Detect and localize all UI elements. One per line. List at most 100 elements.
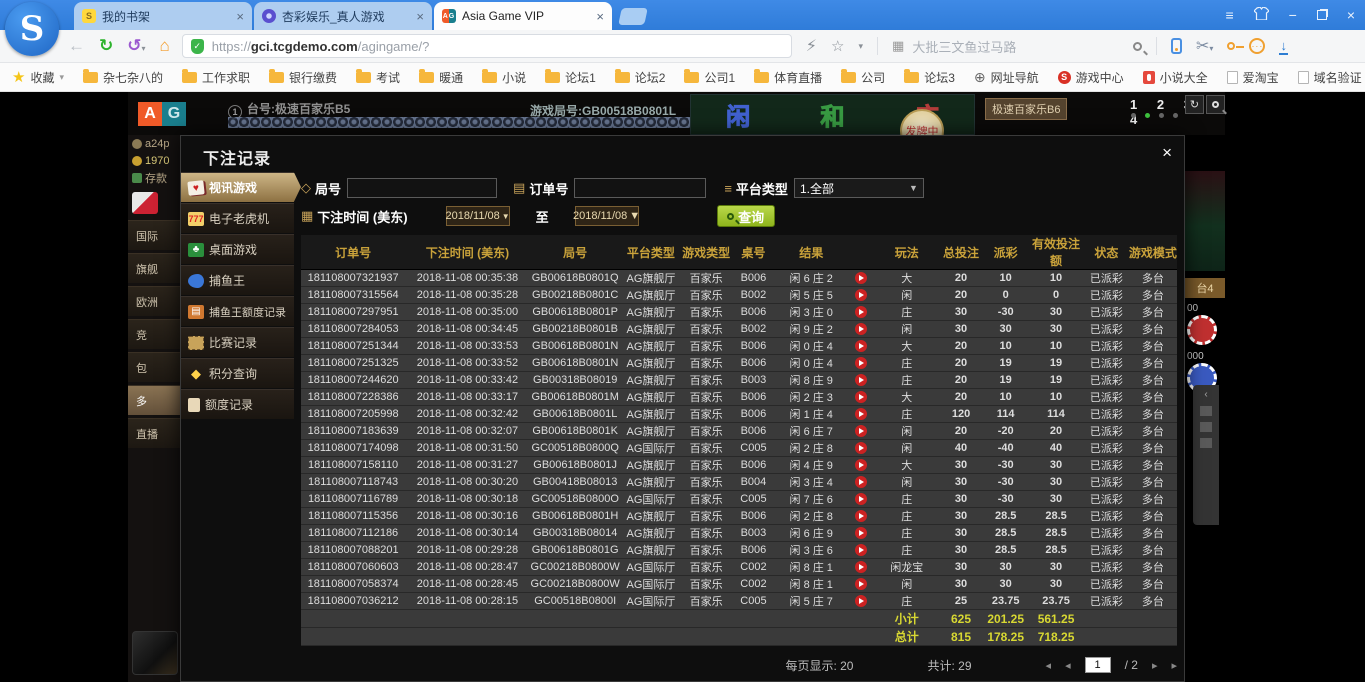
- replay-icon[interactable]: [855, 425, 867, 437]
- skin-icon[interactable]: [1254, 7, 1269, 23]
- browser-tab[interactable]: AGAsia Game VIP×: [434, 2, 612, 30]
- minimize-button[interactable]: −: [1289, 7, 1297, 23]
- favorite-star-icon[interactable]: ☆: [831, 37, 844, 55]
- replay[interactable]: [847, 389, 875, 406]
- replay-icon[interactable]: [855, 493, 867, 505]
- date-to-picker[interactable]: 2018/11/08▼: [575, 206, 639, 226]
- download-icon[interactable]: ↓: [1279, 38, 1288, 55]
- replay[interactable]: [847, 525, 875, 542]
- replay-icon[interactable]: [855, 527, 867, 539]
- deposit-row[interactable]: 存款: [128, 169, 180, 186]
- refresh-icon[interactable]: ↻: [99, 36, 113, 56]
- replay[interactable]: [847, 542, 875, 559]
- replay-icon[interactable]: [855, 544, 867, 556]
- bet-area-tie[interactable]: 和: [820, 97, 844, 132]
- replay[interactable]: [847, 440, 875, 457]
- bookmark-item[interactable]: 公司1: [684, 69, 735, 86]
- table-preview[interactable]: [1185, 171, 1225, 271]
- platform-select[interactable]: 1.全部▼: [794, 178, 924, 198]
- bookmark-item[interactable]: 考试: [356, 69, 400, 86]
- replay-icon[interactable]: [855, 272, 867, 284]
- replay-icon[interactable]: [855, 306, 867, 318]
- game-sidebar-item[interactable]: 多: [128, 385, 180, 415]
- side-vertical-tab[interactable]: ‹: [1193, 385, 1219, 525]
- browser-tab[interactable]: 杏彩娱乐_真人游戏×: [254, 2, 432, 30]
- replay-icon[interactable]: [855, 340, 867, 352]
- replay[interactable]: [847, 593, 875, 610]
- page-number-input[interactable]: 1: [1085, 657, 1111, 673]
- game-sidebar-item[interactable]: 直播: [128, 418, 180, 448]
- mobile-sync-icon[interactable]: [1171, 38, 1182, 54]
- order-input[interactable]: [574, 178, 706, 198]
- bookmark-item[interactable]: 暖通: [419, 69, 463, 86]
- modal-close-button[interactable]: ×: [1162, 143, 1172, 163]
- messages-icon[interactable]: ···: [1249, 38, 1265, 54]
- first-page-icon[interactable]: ◂: [1046, 659, 1052, 672]
- bookmark-item[interactable]: 银行缴费: [269, 69, 337, 86]
- replay[interactable]: [847, 372, 875, 389]
- replay-icon[interactable]: [855, 510, 867, 522]
- menu-item-fish[interactable]: 捕鱼王: [181, 265, 294, 295]
- address-bar[interactable]: ✓ https://gci.tcgdemo.com/agingame/?: [182, 34, 792, 58]
- replay-icon[interactable]: [855, 323, 867, 335]
- replay-icon[interactable]: [855, 459, 867, 471]
- bookmark-item[interactable]: 小说: [482, 69, 526, 86]
- game-sidebar-item[interactable]: 包: [128, 352, 180, 382]
- replay[interactable]: [847, 304, 875, 321]
- replay[interactable]: [847, 491, 875, 508]
- menu-item-points[interactable]: ◆积分查询: [181, 358, 294, 388]
- replay-icon[interactable]: [855, 357, 867, 369]
- bookmark-item[interactable]: 论坛3: [904, 69, 955, 86]
- replay[interactable]: [847, 508, 875, 525]
- menu-item-fish-record[interactable]: ▤捕鱼王额度记录: [181, 296, 294, 326]
- search-button[interactable]: 查询: [717, 205, 775, 227]
- date-from-picker[interactable]: 2018/11/08▼: [446, 206, 510, 226]
- prev-page-icon[interactable]: ◂: [1065, 659, 1071, 672]
- game-sidebar-item[interactable]: 竞: [128, 319, 180, 349]
- search-box[interactable]: ▦ 大批三文鱼过马路: [892, 37, 1142, 56]
- search-icon[interactable]: [1133, 42, 1142, 51]
- last-page-icon[interactable]: ▸: [1171, 659, 1177, 672]
- menu-item-match[interactable]: 比赛记录: [181, 327, 294, 357]
- restore-button[interactable]: [1317, 10, 1327, 20]
- replay-icon[interactable]: [855, 578, 867, 590]
- menu-item-slot[interactable]: 777电子老虎机: [181, 203, 294, 233]
- bookmark-item[interactable]: ★收藏▾: [12, 68, 64, 86]
- replay-icon[interactable]: [855, 374, 867, 386]
- replay-icon[interactable]: [855, 476, 867, 488]
- bookmark-item[interactable]: 杂七杂八的: [83, 69, 163, 86]
- undo-icon[interactable]: ↺▾: [127, 36, 145, 56]
- bookmark-item[interactable]: 公司: [841, 69, 885, 86]
- browser-logo[interactable]: S: [5, 2, 59, 56]
- menu-icon[interactable]: ≡: [1225, 7, 1233, 23]
- tab-close-icon[interactable]: ×: [416, 9, 424, 24]
- security-shield-icon[interactable]: ✓: [191, 39, 204, 54]
- flash-icon[interactable]: ⚡: [806, 36, 817, 56]
- refresh-game-icon[interactable]: ↻: [1185, 95, 1204, 114]
- close-window-button[interactable]: ×: [1347, 7, 1355, 23]
- game-sidebar-item[interactable]: 旗舰: [128, 253, 180, 283]
- replay-icon[interactable]: [855, 408, 867, 420]
- back-icon[interactable]: ←: [68, 36, 85, 56]
- game-sidebar-item[interactable]: 国际: [128, 220, 180, 250]
- menu-item-table-games[interactable]: ♣桌面游戏: [181, 234, 294, 264]
- replay[interactable]: [847, 321, 875, 338]
- star-caret-icon[interactable]: ▾: [858, 41, 863, 52]
- zoom-game-icon[interactable]: [1206, 95, 1225, 114]
- round-input[interactable]: [347, 178, 497, 198]
- bookmark-item[interactable]: 域名验证: [1298, 69, 1362, 86]
- bookmark-item[interactable]: 爱淘宝: [1227, 69, 1279, 86]
- replay[interactable]: [847, 559, 875, 576]
- next-page-icon[interactable]: ▸: [1152, 659, 1158, 672]
- game-sidebar-item[interactable]: 欧洲: [128, 286, 180, 316]
- table-4-tab[interactable]: 台4: [1185, 278, 1225, 298]
- replay-icon[interactable]: [855, 442, 867, 454]
- replay[interactable]: [847, 338, 875, 355]
- scissors-icon[interactable]: ✂▾: [1196, 36, 1213, 56]
- replay-icon[interactable]: [855, 289, 867, 301]
- tab-close-icon[interactable]: ×: [596, 9, 604, 24]
- replay[interactable]: [847, 474, 875, 491]
- replay-icon[interactable]: [855, 561, 867, 573]
- replay-icon[interactable]: [855, 391, 867, 403]
- replay[interactable]: [847, 406, 875, 423]
